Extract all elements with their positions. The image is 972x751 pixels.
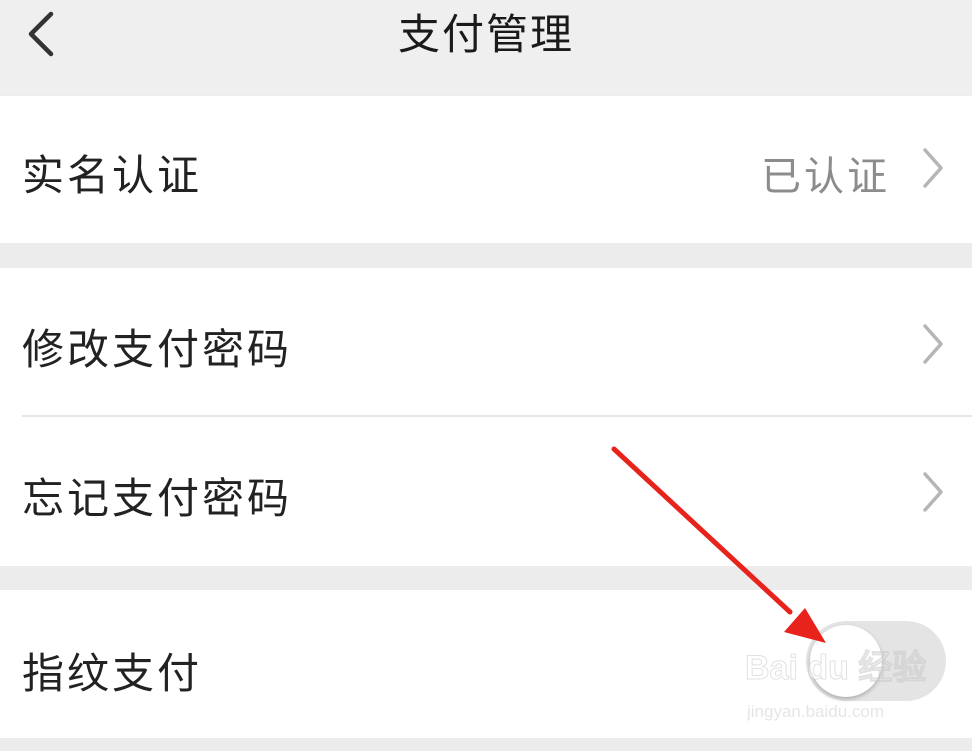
row-label: 指纹支付 [22,649,203,698]
verification-status: 已认证 [761,154,890,200]
chevron-right-icon [923,324,943,364]
page-title: 支付管理 [397,10,574,59]
toggle-knob [810,625,882,697]
settings-group-verification: 实名认证 已认证 [0,96,972,243]
row-label: 忘记支付密码 [22,474,293,523]
forgot-payment-password-row[interactable]: 忘记支付密码 [0,417,972,566]
row-label: 实名认证 [22,151,203,200]
real-name-verification-row[interactable]: 实名认证 已认证 [0,96,972,243]
navigation-bar: 支付管理 [0,0,972,95]
payment-management-screen: 支付管理 实名认证 已认证 修改支付密码 忘记支付密码 指纹支付 Bai du … [0,0,972,751]
chevron-right-icon [923,472,943,512]
settings-group-password: 修改支付密码 忘记支付密码 [0,268,972,566]
change-payment-password-row[interactable]: 修改支付密码 [0,268,972,416]
chevron-right-icon [923,148,943,188]
fingerprint-payment-toggle[interactable] [806,621,946,701]
row-label: 修改支付密码 [22,325,293,374]
